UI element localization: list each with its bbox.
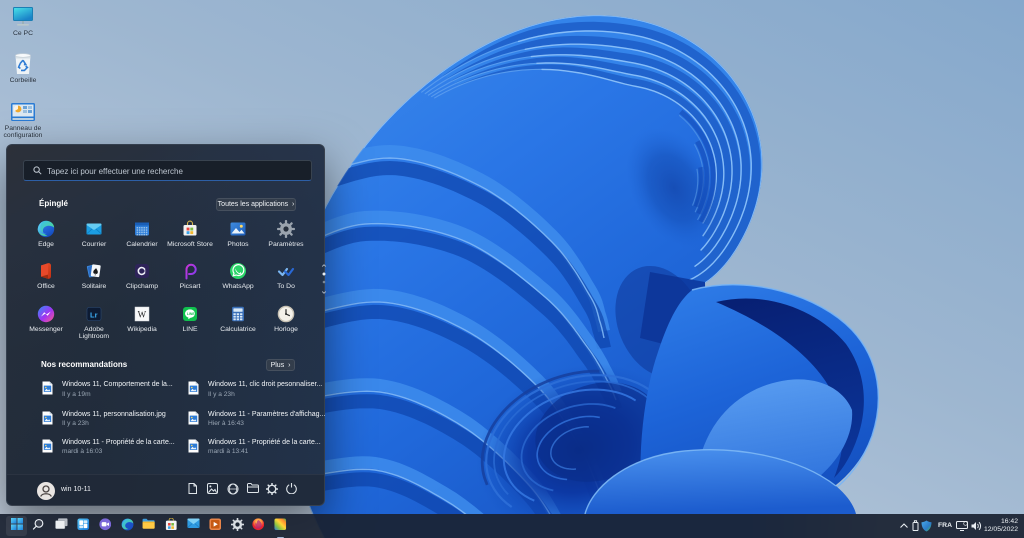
svg-text:LINE: LINE [187, 312, 195, 316]
svg-text:Lr: Lr [90, 310, 98, 319]
svg-text:W: W [138, 309, 147, 319]
